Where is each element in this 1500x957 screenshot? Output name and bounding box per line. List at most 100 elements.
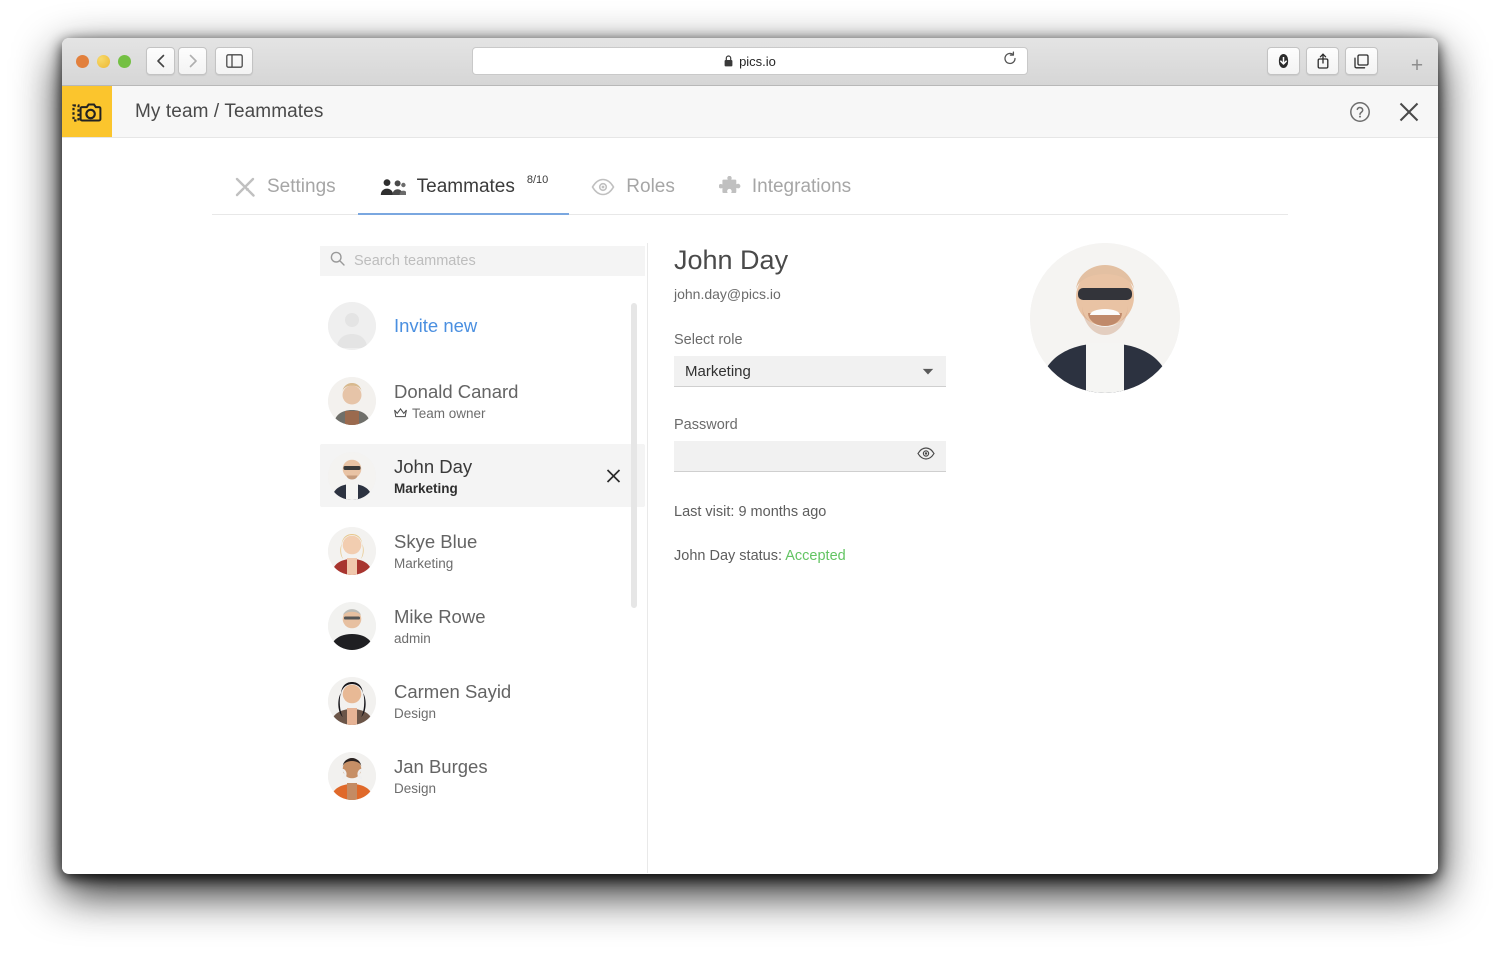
eye-toggle-icon[interactable] [917,447,935,465]
app-header: My team / Teammates [62,86,1438,138]
navigation-buttons [146,47,207,75]
teammates-list: Invite new Donald Canard Team owner John… [320,294,645,872]
list-item-text: Carmen Sayid Design [394,681,511,721]
list-item-name: John Day [394,455,473,477]
list-item-jan-burges[interactable]: Jan Burges Design [320,744,645,807]
reload-icon[interactable] [1003,51,1017,71]
password-input[interactable] [685,447,905,465]
list-item-donald-canard[interactable]: Donald Canard Team owner [320,369,645,432]
lock-icon [724,55,733,67]
password-label: Password [674,417,738,433]
search-teammates-box[interactable] [320,246,645,276]
minimize-window-button[interactable] [97,55,110,68]
forward-arrow-icon[interactable] [178,47,207,75]
url-text: pics.io [739,53,776,69]
select-role-dropdown[interactable]: Marketing [674,356,946,387]
toolbar-right-buttons [1267,47,1378,75]
list-item-text: Jan Burges Design [394,756,488,796]
list-item-text: Skye Blue Marketing [394,531,477,571]
sidebar-toggle-icon[interactable] [215,47,253,75]
tab-roles[interactable]: Roles [569,176,697,214]
avatar [328,676,376,725]
list-item-role-label: Marketing [394,480,458,496]
password-field[interactable] [674,441,946,472]
tab-integrations[interactable]: Integrations [697,176,873,214]
list-item-john-day[interactable]: John Day Marketing [320,444,645,507]
close-icon[interactable] [1397,100,1421,124]
tab-bar: Settings Teammates 8/10 Roles Integratio… [212,160,1288,215]
close-window-button[interactable] [76,55,89,68]
list-item-name: Donald Canard [394,380,519,402]
new-tab-button[interactable]: + [1404,52,1430,78]
search-icon [330,251,345,271]
avatar [328,751,376,800]
teammates-list-panel: Invite new Donald Canard [320,246,645,873]
share-icon[interactable] [1306,47,1339,75]
puzzle-icon [718,176,741,198]
downloads-icon[interactable] [1267,47,1300,75]
teammates-page: Invite new Donald Canard [62,215,1438,873]
select-role-value: Marketing [685,362,751,380]
status-line: John Day status: Accepted [674,548,1254,564]
help-circle-icon[interactable] [1349,101,1371,123]
browser-toolbar: pics.io + [62,38,1438,86]
list-item-role: Design [394,706,511,721]
avatar [328,526,376,575]
list-item-name: Mike Rowe [394,605,486,627]
list-item-role: Marketing [394,556,477,571]
search-input[interactable] [354,253,635,269]
list-item-role-label: Team owner [412,405,486,421]
avatar [328,301,376,350]
list-item-carmen-sayid[interactable]: Carmen Sayid Design [320,669,645,732]
list-item-text: Donald Canard Team owner [394,381,518,421]
picsio-logo[interactable] [62,86,112,137]
list-item-name: Carmen Sayid [394,680,512,702]
chevron-down-icon [922,363,934,380]
list-item-text: Mike Rowe admin [394,606,486,646]
tools-icon [234,176,256,198]
address-bar[interactable]: pics.io [472,47,1028,75]
avatar [328,451,376,500]
crown-icon [394,406,407,421]
list-item-name: Jan Burges [394,755,488,777]
list-item-role: Design [394,781,488,796]
last-visit-text: Last visit: 9 months ago [674,504,827,520]
tab-integrations-label: Integrations [751,176,852,197]
breadcrumb: My team / Teammates [135,100,324,122]
tab-bar-row: Settings Teammates 8/10 Roles Integratio… [62,138,1438,215]
tab-settings-label: Settings [267,176,336,197]
header-actions [1349,86,1421,137]
tab-overview-icon[interactable] [1345,47,1378,75]
remove-teammate-icon[interactable] [606,468,621,483]
status-prefix: John Day status: [674,548,782,564]
tab-settings[interactable]: Settings [212,176,358,214]
list-item-role: Team owner [394,406,518,421]
browser-window: pics.io + My team / Teammates Settings T… [62,38,1438,874]
teammates-count-badge: 8/10 [526,174,549,186]
maximize-window-button[interactable] [118,55,131,68]
panel-divider [647,243,648,873]
list-item-text: John Day Marketing [394,456,472,496]
detail-avatar [1030,243,1180,393]
list-item-skye-blue[interactable]: Skye Blue Marketing [320,519,645,582]
tab-teammates-label: Teammates [416,176,515,197]
list-item-role: admin [394,631,486,646]
back-arrow-icon[interactable] [146,47,175,75]
avatar [328,601,376,650]
list-item-mike-rowe[interactable]: Mike Rowe admin [320,594,645,657]
teammates-list-scrollbar[interactable] [631,303,637,608]
list-item-role-label: Design [394,705,437,721]
tab-teammates[interactable]: Teammates 8/10 [357,174,570,215]
people-icon [380,177,406,197]
list-item-text: Invite new [394,315,477,337]
list-item-role-label: Design [394,780,437,796]
list-item-role-label: admin [394,630,431,646]
window-traffic-lights [76,55,131,68]
list-item-invite-new[interactable]: Invite new [320,294,645,357]
list-item-role-label: Marketing [394,555,454,571]
detail-name: John Day [674,245,789,275]
list-item-name: Invite new [394,314,478,336]
status-badge: Accepted [785,548,846,564]
list-item-name: Skye Blue [394,530,478,552]
avatar [328,376,376,425]
